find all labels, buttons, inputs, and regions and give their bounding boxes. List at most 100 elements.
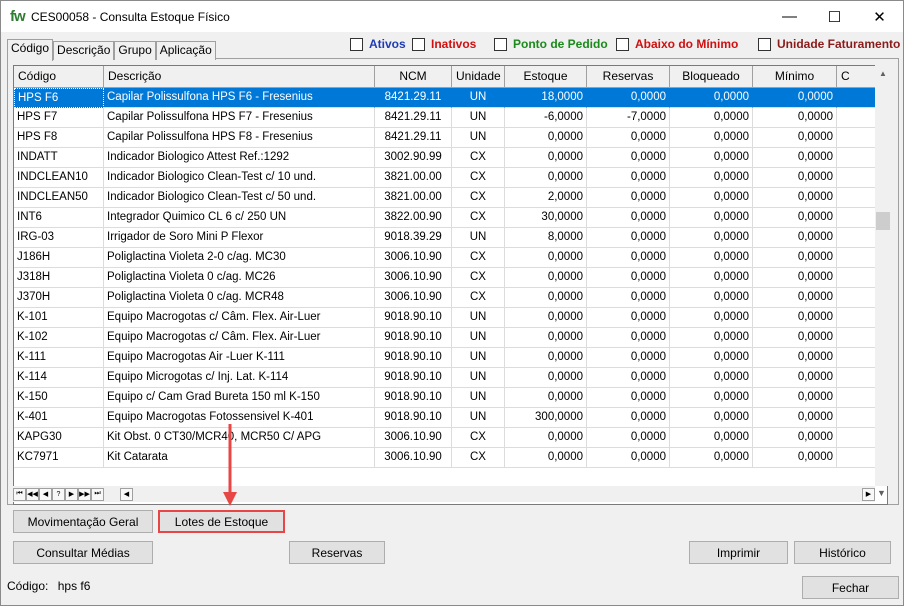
cell-unidade[interactable]: UN [452,128,505,148]
cell-reservas[interactable]: 0,0000 [587,248,670,268]
cell-bloqueado[interactable]: 0,0000 [670,88,753,108]
cell-unidade[interactable]: CX [452,448,505,468]
cell-c[interactable] [837,188,877,208]
cell-ncm[interactable]: 9018.90.10 [375,328,452,348]
cell-codigo[interactable]: HPS F8 [14,128,104,148]
table-row[interactable]: INDCLEAN50 Indicador Biologico Clean-Test… [14,188,877,208]
cell-bloqueado[interactable]: 0,0000 [670,388,753,408]
cell-minimo[interactable]: 0,0000 [753,348,837,368]
cell-reservas[interactable]: 0,0000 [587,128,670,148]
cell-minimo[interactable]: 0,0000 [753,148,837,168]
cell-reservas[interactable]: 0,0000 [587,348,670,368]
close-button[interactable]: ✕ [857,1,902,32]
cell-reservas[interactable]: 0,0000 [587,148,670,168]
cell-bloqueado[interactable]: 0,0000 [670,268,753,288]
cell-codigo[interactable]: INDCLEAN10 [14,168,104,188]
cell-descricao[interactable]: Irrigador de Soro Mini P Flexor [104,228,375,248]
maximize-button[interactable]: ☐ [812,1,857,32]
table-row[interactable]: INDATT Indicador Biologico Attest Ref.:12… [14,148,877,168]
cell-descricao[interactable]: Poliglactina Violeta 0 c/ag. MC26 [104,268,375,288]
cell-codigo[interactable]: HPS F7 [14,108,104,128]
cell-c[interactable] [837,168,877,188]
cell-codigo[interactable]: KAPG30 [14,428,104,448]
table-row[interactable]: INDCLEAN10 Indicador Biologico Clean-Test… [14,168,877,188]
hscroll-left-icon[interactable]: ◀ [120,487,133,501]
cell-unidade[interactable]: UN [452,348,505,368]
consultar-medias-button[interactable]: Consultar Médias [13,541,153,564]
cell-c[interactable] [837,268,877,288]
cell-estoque[interactable]: 8,0000 [505,228,587,248]
cell-minimo[interactable]: 0,0000 [753,428,837,448]
cell-descricao[interactable]: Poliglactina Violeta 0 c/ag. MCR48 [104,288,375,308]
cell-estoque[interactable]: 30,0000 [505,208,587,228]
cell-minimo[interactable]: 0,0000 [753,88,837,108]
table-row[interactable]: K-111 Equipo Macrogotas Air -Luer K-111 90… [14,348,877,368]
cell-descricao[interactable]: Capilar Polissulfona HPS F6 - Fresenius [104,88,375,108]
cell-bloqueado[interactable]: 0,0000 [670,408,753,428]
reservas-button[interactable]: Reservas [289,541,385,564]
cell-minimo[interactable]: 0,0000 [753,268,837,288]
cell-ncm[interactable]: 9018.90.10 [375,388,452,408]
col-header-minimo[interactable]: Mínimo [753,66,837,88]
tab-grupo[interactable]: Grupo [114,41,156,60]
cell-ncm[interactable]: 3821.00.00 [375,168,452,188]
cell-bloqueado[interactable]: 0,0000 [670,128,753,148]
cell-descricao[interactable]: Equipo c/ Cam Grad Bureta 150 ml K-150 [104,388,375,408]
nav-next-icon[interactable]: ▶ [65,487,78,501]
cell-c[interactable] [837,208,877,228]
cell-descricao[interactable]: Indicador Biologico Clean-Test c/ 50 und… [104,188,375,208]
cell-reservas[interactable]: 0,0000 [587,288,670,308]
cell-ncm[interactable]: 3006.10.90 [375,448,452,468]
nav-prior-icon[interactable]: ◀ [39,487,52,501]
cell-reservas[interactable]: 0,0000 [587,448,670,468]
cell-c[interactable] [837,228,877,248]
filter-inativos[interactable]: Inativos [412,37,476,51]
cell-reservas[interactable]: 0,0000 [587,168,670,188]
cell-c[interactable] [837,128,877,148]
cell-minimo[interactable]: 0,0000 [753,188,837,208]
cell-codigo[interactable]: K-401 [14,408,104,428]
cell-bloqueado[interactable]: 0,0000 [670,448,753,468]
cell-c[interactable] [837,108,877,128]
cell-bloqueado[interactable]: 0,0000 [670,368,753,388]
cell-unidade[interactable]: UN [452,368,505,388]
cell-unidade[interactable]: UN [452,88,505,108]
cell-estoque[interactable]: 0,0000 [505,388,587,408]
cell-ncm[interactable]: 9018.90.10 [375,308,452,328]
tab-aplicacao[interactable]: Aplicação [155,41,216,60]
cell-estoque[interactable]: 0,0000 [505,168,587,188]
cell-descricao[interactable]: Poliglactina Violeta 2-0 c/ag. MC30 [104,248,375,268]
cell-reservas[interactable]: -7,0000 [587,108,670,128]
minimize-button[interactable]: — [767,1,812,32]
cell-ncm[interactable]: 9018.90.10 [375,408,452,428]
cell-ncm[interactable]: 8421.29.11 [375,88,452,108]
cell-reservas[interactable]: 0,0000 [587,228,670,248]
col-header-c[interactable]: C [837,66,877,88]
cell-minimo[interactable]: 0,0000 [753,128,837,148]
cell-estoque[interactable]: 0,0000 [505,348,587,368]
cell-codigo[interactable]: K-111 [14,348,104,368]
cell-ncm[interactable]: 3822.00.90 [375,208,452,228]
abaixo-minimo-checkbox[interactable] [616,37,629,51]
cell-bloqueado[interactable]: 0,0000 [670,168,753,188]
cell-estoque[interactable]: -6,0000 [505,108,587,128]
movimentacao-geral-button[interactable]: Movimentação Geral [13,510,153,533]
cell-c[interactable] [837,368,877,388]
cell-codigo[interactable]: J370H [14,288,104,308]
cell-minimo[interactable]: 0,0000 [753,328,837,348]
cell-descricao[interactable]: Equipo Microgotas c/ Inj. Lat. K-114 [104,368,375,388]
col-header-unidade[interactable]: Unidade [452,66,505,88]
unidade-faturamento-checkbox[interactable] [758,37,771,51]
tab-codigo[interactable]: Código [7,39,54,61]
cell-estoque[interactable]: 0,0000 [505,128,587,148]
cell-ncm[interactable]: 9018.90.10 [375,348,452,368]
cell-codigo[interactable]: K-150 [14,388,104,408]
cell-descricao[interactable]: Equipo Macrogotas Fotossensivel K-401 [104,408,375,428]
cell-bloqueado[interactable]: 0,0000 [670,248,753,268]
cell-descricao[interactable]: Equipo Macrogotas c/ Câm. Flex. Air-Luer [104,308,375,328]
cell-bloqueado[interactable]: 0,0000 [670,108,753,128]
table-row[interactable]: KAPG30 Kit Obst. 0 CT30/MCR40, MCR50 C/ A… [14,428,877,448]
cell-codigo[interactable]: J186H [14,248,104,268]
nav-next-page-icon[interactable]: ▶▶ [78,487,91,501]
scroll-down-icon[interactable]: ▼ [877,488,886,498]
